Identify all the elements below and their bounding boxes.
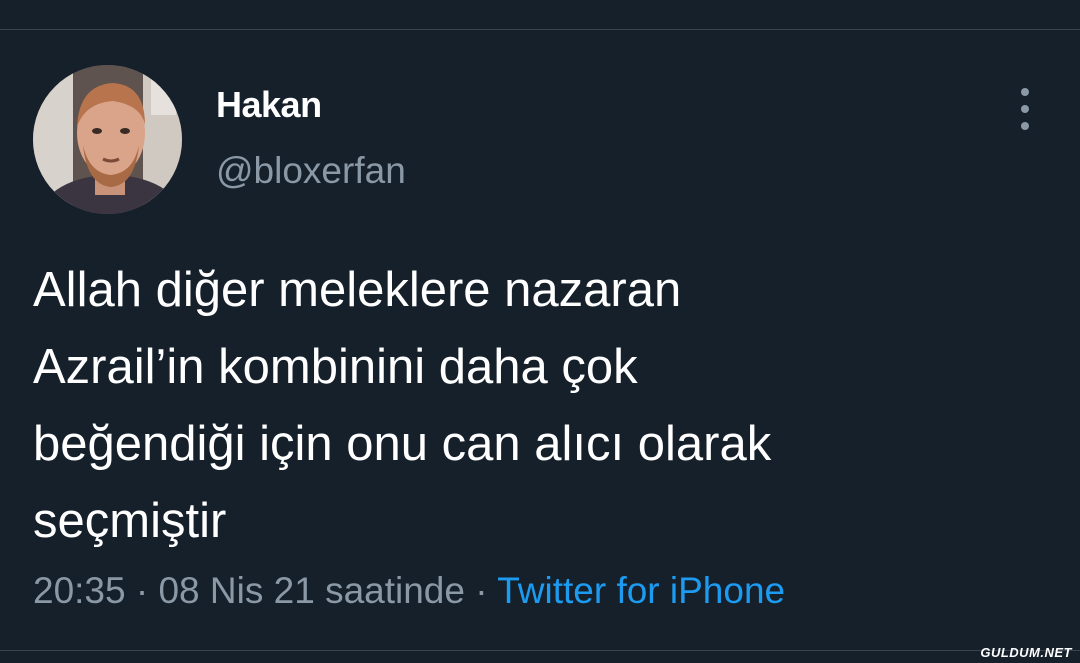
watermark: GULDUM.NET <box>980 645 1072 660</box>
author-handle[interactable]: @bloxerfan <box>216 150 406 192</box>
avatar[interactable] <box>33 65 182 214</box>
more-options-button[interactable] <box>1008 88 1042 130</box>
tweet-date[interactable]: 08 Nis 21 saatinde <box>158 570 464 611</box>
tweet-text-line: Allah diğer meleklere nazaran <box>33 263 682 317</box>
more-vertical-icon-dot <box>1021 122 1029 130</box>
separator: · <box>475 570 488 611</box>
tweet-time[interactable]: 20:35 <box>33 570 126 611</box>
more-vertical-icon <box>1021 88 1029 96</box>
separator: · <box>135 570 149 611</box>
more-vertical-icon-dot <box>1021 105 1029 113</box>
tweet-text-line: beğendiği için onu can alıcı olarak <box>33 417 772 471</box>
tweet-text-line: seçmiştir <box>33 494 227 548</box>
avatar-photo <box>33 65 182 214</box>
tweet-source-link[interactable]: Twitter for iPhone <box>497 570 785 611</box>
tweet-metadata: 20:35 · 08 Nis 21 saatinde · Twitter for… <box>33 570 785 612</box>
tweet-text: Allah diğer meleklere nazaran Azrail’in … <box>33 252 1033 560</box>
top-divider <box>0 29 1080 30</box>
tweet-text-line: Azrail’in kombinini daha çok <box>33 340 638 394</box>
bottom-divider <box>0 650 1080 651</box>
author-display-name[interactable]: Hakan <box>216 84 322 126</box>
